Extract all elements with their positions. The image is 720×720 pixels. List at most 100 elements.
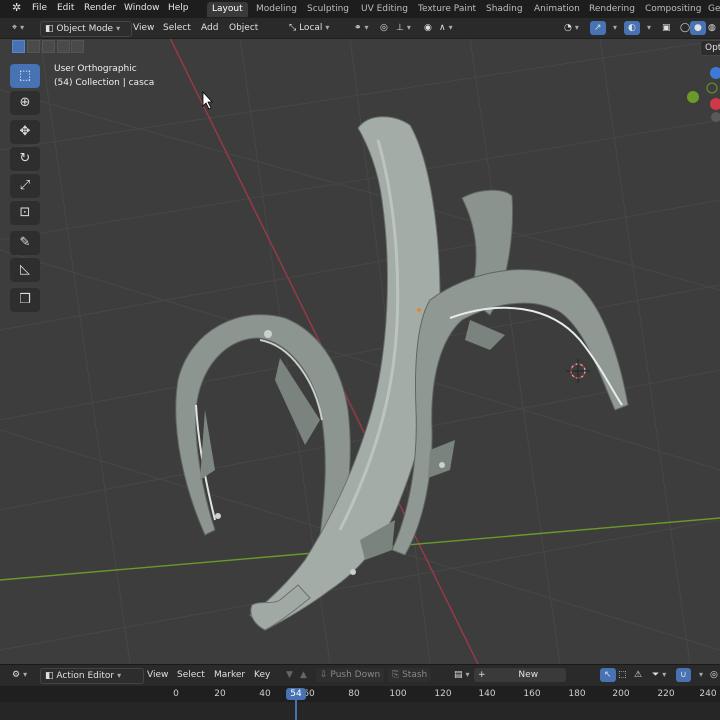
viewport-header: ⌖ ▾ ◧ Object Mode ▾ View Select Add Object… xyxy=(0,18,720,56)
tab-texture-paint[interactable]: Texture Paint xyxy=(413,2,481,17)
falloff-icon[interactable]: ∧ ▾ xyxy=(435,21,457,35)
view-name-label: User Orthographic xyxy=(54,64,137,74)
visibility-icon[interactable]: ◔ ▾ xyxy=(560,21,583,35)
menu-object[interactable]: Object xyxy=(225,21,262,35)
select-intersect-icon[interactable] xyxy=(71,40,84,53)
tab-compositing[interactable]: Compositing xyxy=(640,2,706,17)
collection-info-label: (54) Collection | casca xyxy=(54,78,155,88)
menu-edit[interactable]: Edit xyxy=(57,3,74,13)
tab-layout[interactable]: Layout xyxy=(207,2,248,17)
snap-toggle-icon[interactable]: ◎ xyxy=(376,21,392,35)
frame-tick: 120 xyxy=(434,689,452,699)
menu-select[interactable]: Select xyxy=(173,668,209,682)
frame-tick: 220 xyxy=(657,689,675,699)
select-subtract-icon[interactable] xyxy=(42,40,55,53)
tab-sculpting[interactable]: Sculpting xyxy=(302,2,354,17)
banana-mesh[interactable] xyxy=(175,116,629,631)
blender-logo-icon[interactable]: ✲ xyxy=(12,1,21,14)
options-button[interactable]: Opt xyxy=(700,40,720,56)
menu-window[interactable]: Window xyxy=(124,3,160,13)
menu-view[interactable]: View xyxy=(143,668,172,682)
tab-modeling[interactable]: Modeling xyxy=(251,2,302,17)
frame-tick: 180 xyxy=(568,689,586,699)
only-errors-icon[interactable]: ⚠ xyxy=(630,668,646,682)
select-box-tool-icon[interactable]: ⬚ xyxy=(10,64,40,88)
tab-uv-editing[interactable]: UV Editing xyxy=(356,2,413,17)
object-origin-dot xyxy=(417,308,421,312)
stash-button[interactable]: ⎘ Stash xyxy=(388,668,432,682)
stash-icon: ⎘ xyxy=(392,670,400,680)
move-tool-icon[interactable]: ✥ xyxy=(10,120,40,144)
menu-add[interactable]: Add xyxy=(197,21,222,35)
tab-animation[interactable]: Animation xyxy=(529,2,585,17)
editor-type-icon[interactable]: ⌖ ▾ xyxy=(8,21,28,35)
select-invert-icon[interactable] xyxy=(57,40,70,53)
menu-render[interactable]: Render xyxy=(84,3,116,13)
snap-icon[interactable]: ∪ xyxy=(676,668,691,682)
transform-orientation-dropdown[interactable]: ⤡ Local ▾ xyxy=(285,21,333,35)
menu-view[interactable]: View xyxy=(129,21,158,35)
action-editor-header: ⚙ ▾ ◧ Action Editor ▾ View Select Marker K… xyxy=(0,664,720,687)
layer-prev-icon[interactable]: ▼ xyxy=(282,668,297,682)
frame-tick: 80 xyxy=(348,689,360,699)
layer-next-icon[interactable]: ▲ xyxy=(296,668,311,682)
menu-file[interactable]: File xyxy=(32,3,47,13)
select-extend-icon[interactable] xyxy=(27,40,40,53)
push-down-icon: ⇩ xyxy=(320,670,328,680)
snap-menu-icon[interactable]: ▾ xyxy=(692,668,707,682)
gizmo-menu-icon[interactable]: ▾ xyxy=(606,21,621,35)
menu-key[interactable]: Key xyxy=(250,668,274,682)
snap-target-icon[interactable]: ⊥ ▾ xyxy=(392,21,415,35)
navigation-gizmo[interactable] xyxy=(687,67,720,122)
3d-cursor-icon[interactable] xyxy=(566,359,590,383)
orientation-icon: ⤡ xyxy=(289,23,297,33)
tab-shading[interactable]: Shading xyxy=(481,2,528,17)
frame-tick: 40 xyxy=(259,689,271,699)
orientation-label: Local xyxy=(299,23,323,33)
push-down-label: Push Down xyxy=(330,670,381,680)
push-down-button[interactable]: ⇩ Push Down xyxy=(316,668,385,682)
pivot-point-icon[interactable]: ⚭ ▾ xyxy=(350,21,373,35)
material-shading-icon[interactable]: ◍ xyxy=(704,21,720,35)
editor-mode-label: Action Editor xyxy=(56,671,115,681)
proportional-icon[interactable]: ◎ xyxy=(706,668,720,682)
measure-tool-icon[interactable]: ◺ xyxy=(10,258,40,282)
playhead-line[interactable] xyxy=(295,700,297,720)
frame-tick: 200 xyxy=(612,689,630,699)
show-hidden-icon[interactable]: ⬚ xyxy=(614,668,631,682)
cursor-tool-icon[interactable]: ⊕ xyxy=(10,91,40,115)
new-action-label: New xyxy=(518,670,539,680)
proportional-edit-icon[interactable]: ◉ xyxy=(420,21,436,35)
transform-tool-icon[interactable]: ⊡ xyxy=(10,201,40,225)
mode-dropdown[interactable]: ◧ Object Mode ▾ xyxy=(40,21,132,37)
menu-help[interactable]: Help xyxy=(168,3,189,13)
tab-geometry-nodes[interactable]: Ge xyxy=(703,2,720,17)
3d-viewport[interactable]: User Orthographic (54) Collection | casc… xyxy=(0,38,720,664)
menu-marker[interactable]: Marker xyxy=(210,668,249,682)
scale-tool-icon[interactable]: ⤢ xyxy=(10,174,40,198)
keyframe-area[interactable] xyxy=(0,702,720,720)
selection-mode-strip xyxy=(0,38,720,54)
filter-icon[interactable]: ⏷ ▾ xyxy=(648,668,670,682)
rotate-tool-icon[interactable]: ↻ xyxy=(10,147,40,171)
current-frame-indicator[interactable]: 54 xyxy=(286,688,306,700)
frame-tick: 160 xyxy=(523,689,541,699)
overlay-toggle-icon[interactable]: ◐ xyxy=(624,21,640,35)
timeline-ruler[interactable]: 0 20 40 60 80 100 120 140 160 180 200 22… xyxy=(0,686,720,720)
select-new-icon[interactable] xyxy=(12,40,25,53)
action-browse-icon[interactable]: ▤ ▾ xyxy=(450,668,474,682)
viewport-canvas xyxy=(0,38,720,664)
add-cube-tool-icon[interactable]: ❒ xyxy=(10,288,40,312)
menu-select[interactable]: Select xyxy=(159,21,195,35)
tab-rendering[interactable]: Rendering xyxy=(584,2,640,17)
dopesheet-editor-icon[interactable]: ⚙ ▾ xyxy=(8,668,31,682)
action-editor-icon: ◧ xyxy=(45,671,54,681)
new-action-button[interactable]: + New xyxy=(474,668,566,682)
gizmo-toggle-icon[interactable]: ↗ xyxy=(590,21,606,35)
plus-icon: + xyxy=(478,670,486,680)
stash-label: Stash xyxy=(402,670,428,680)
overlay-menu-icon[interactable]: ▾ xyxy=(640,21,655,35)
annotate-tool-icon[interactable]: ✎ xyxy=(10,231,40,255)
xray-toggle-icon[interactable]: ▣ xyxy=(658,21,675,35)
editor-mode-dropdown[interactable]: ◧ Action Editor ▾ xyxy=(40,668,144,684)
